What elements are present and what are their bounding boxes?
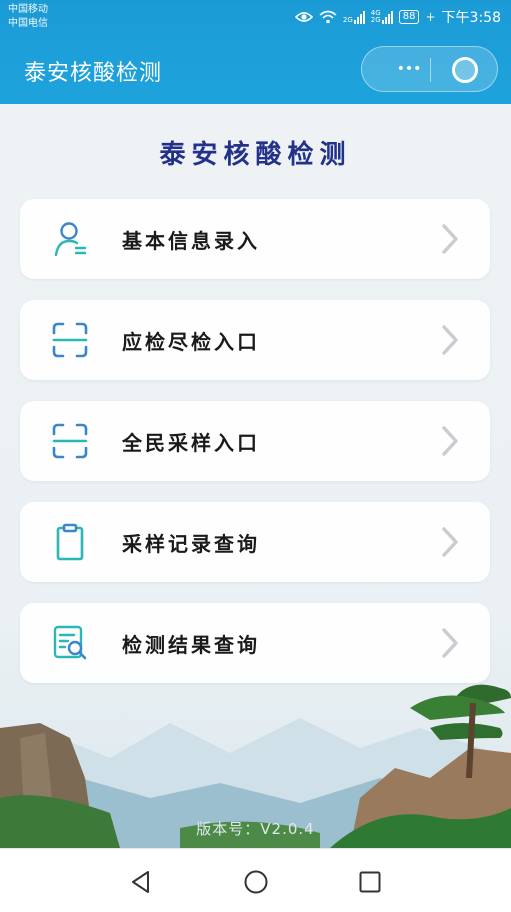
app-title: 泰安核酸检测 — [24, 61, 163, 86]
menu-item-sampling-records[interactable]: 采样记录查询 — [20, 502, 490, 582]
carrier-1: 中国移动 — [8, 4, 48, 15]
page-title: 泰安核酸检测 — [159, 140, 352, 170]
chevron-right-icon — [442, 628, 458, 658]
battery-level: 88 — [398, 10, 420, 24]
charging-icon: + — [425, 10, 436, 24]
wifi-icon — [319, 10, 337, 24]
signal-icon — [353, 10, 365, 24]
status-bar: 中国移动 中国电信 2G 4G 2G 88 + 下午3:58 — [0, 0, 511, 36]
mini-program-capsule: ••• — [361, 46, 498, 92]
menu-item-basic-info[interactable]: 基本信息录入 — [20, 199, 490, 279]
scan-icon — [52, 322, 88, 358]
close-circle-icon[interactable] — [452, 57, 478, 83]
clipboard-icon — [56, 523, 84, 561]
scan-icon — [52, 423, 88, 459]
chevron-right-icon — [442, 325, 458, 355]
chevron-right-icon — [442, 426, 458, 456]
chevron-right-icon — [442, 224, 458, 254]
search-document-icon — [53, 625, 87, 660]
menu-item-required-testing[interactable]: 应检尽检入口 — [20, 300, 490, 380]
menu-item-test-results[interactable]: 检测结果查询 — [20, 603, 490, 683]
top-bar: 中国移动 中国电信 2G 4G 2G 88 + 下午3:58 泰安核酸检测 ••… — [0, 0, 511, 104]
recent-apps-icon[interactable] — [357, 869, 383, 895]
system-nav-bar — [0, 848, 511, 912]
back-icon[interactable] — [128, 869, 154, 895]
home-icon[interactable] — [243, 869, 269, 895]
clock: 下午3:58 — [441, 10, 501, 26]
menu-item-label: 采样记录查询 — [122, 532, 260, 556]
network-type-2: 4G 2G — [370, 9, 381, 24]
version-text: 版本号：V2.0.4 — [196, 820, 315, 838]
chevron-right-icon — [442, 527, 458, 557]
network-type-1: 2G — [342, 16, 353, 24]
carrier-2: 中国电信 — [8, 18, 48, 29]
status-icons: 2G 4G 2G 88 + 下午3:58 — [294, 7, 501, 27]
user-info-icon — [54, 222, 87, 257]
main-content: 泰安核酸检测 基本信息录入 应检尽检入口 全民采样入口 采样记录查询 检测结果查… — [0, 104, 511, 848]
menu-item-mass-sampling[interactable]: 全民采样入口 — [20, 401, 490, 481]
more-dots-icon[interactable]: ••• — [384, 61, 434, 77]
menu-item-label: 全民采样入口 — [122, 431, 260, 455]
menu-item-label: 应检尽检入口 — [122, 330, 260, 354]
signal-icon-2 — [381, 10, 393, 24]
eye-comfort-icon — [294, 12, 313, 22]
capsule-divider — [430, 58, 431, 82]
menu-item-label: 检测结果查询 — [122, 633, 260, 657]
menu-item-label: 基本信息录入 — [122, 229, 260, 253]
carrier-info: 中国移动 中国电信 — [8, 3, 48, 31]
